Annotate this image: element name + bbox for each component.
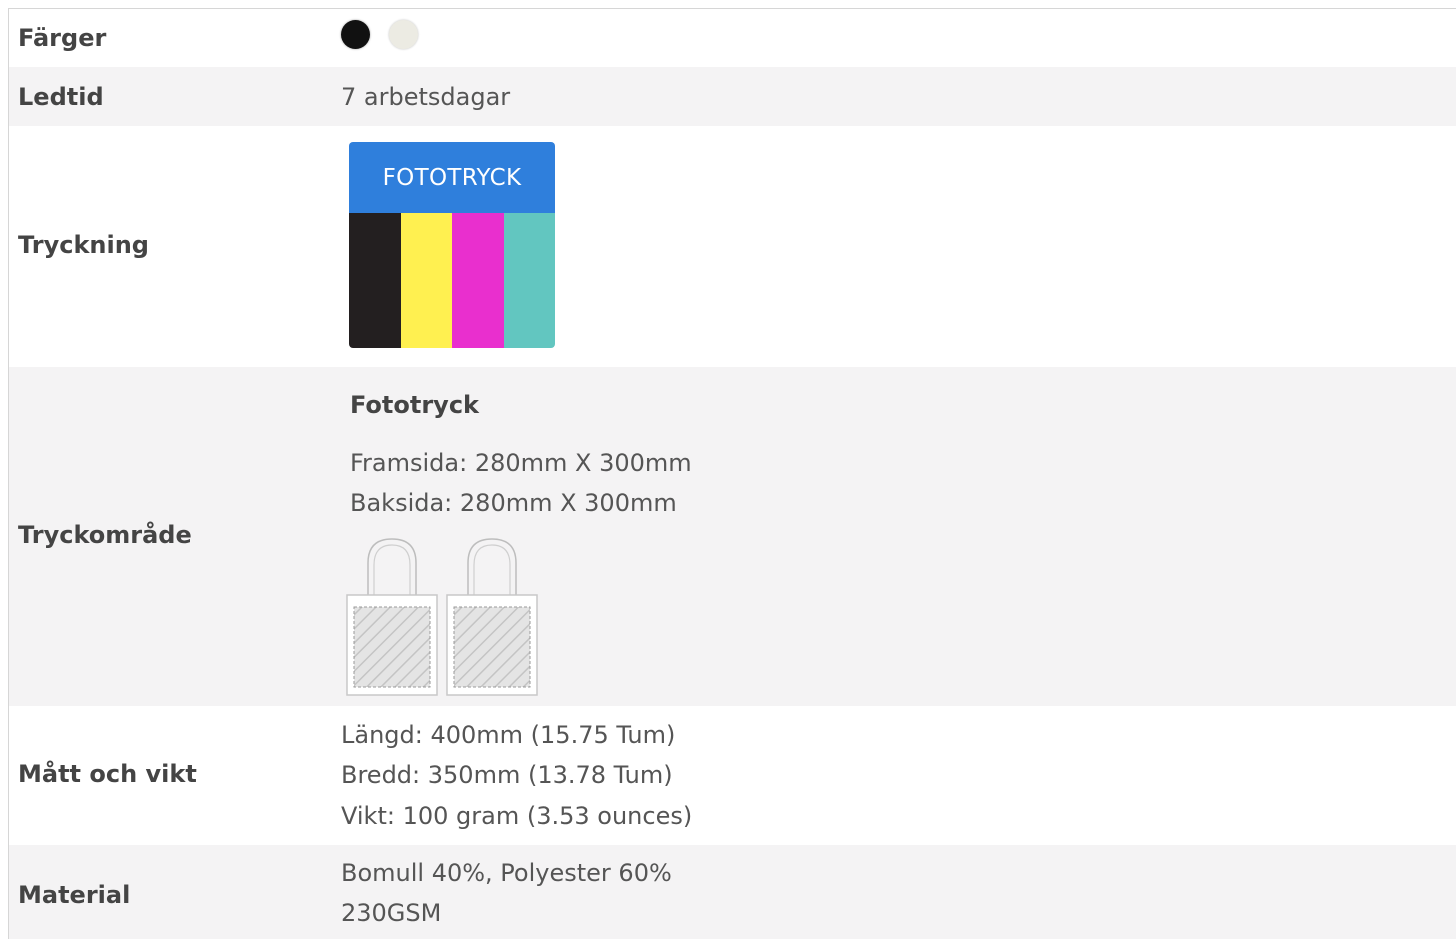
dimension-weight: Vikt: 100 gram (3.53 ounces)	[341, 802, 693, 830]
print-area-label: Tryckområde	[18, 521, 192, 549]
cmyk-bar-yellow	[400, 213, 452, 348]
lead-time-label: Ledtid	[18, 83, 104, 111]
material-weight: 230GSM	[341, 899, 442, 927]
product-spec-table: Färger Ledtid 7 arbetsdagar Tryckning FO…	[8, 8, 1456, 939]
color-swatch-natural[interactable]	[389, 20, 418, 49]
lead-time-value: 7 arbetsdagar	[341, 83, 511, 111]
cmyk-bars	[349, 213, 555, 348]
print-area-back: Baksida: 280mm X 300mm	[350, 489, 677, 517]
print-area-front: Framsida: 280mm X 300mm	[350, 449, 692, 477]
cmyk-bar-magenta	[452, 213, 504, 348]
dimension-width: Bredd: 350mm (13.78 Tum)	[341, 761, 673, 789]
material-label: Material	[18, 881, 131, 909]
row-print-area: Tryckområde Fototryck Framsida: 280mm X …	[9, 367, 1456, 706]
cmyk-bar-cyan	[503, 213, 555, 348]
row-colors: Färger	[9, 9, 1456, 67]
row-printing: Tryckning FOTOTRYCK	[9, 126, 1456, 367]
print-method-title: Fototryck	[350, 391, 480, 419]
printing-label: Tryckning	[18, 231, 149, 259]
dimensions-label: Mått och vikt	[18, 760, 197, 788]
row-lead-time: Ledtid 7 arbetsdagar	[9, 67, 1456, 126]
cmyk-bar-black	[349, 213, 401, 348]
row-dimensions: Mått och vikt Längd: 400mm (15.75 Tum) B…	[9, 706, 1456, 845]
tote-bag-back-icon	[446, 538, 538, 696]
row-material: Material Bomull 40%, Polyester 60% 230GS…	[9, 845, 1456, 939]
print-option-fototryck[interactable]: FOTOTRYCK	[349, 142, 555, 348]
color-swatch-black[interactable]	[341, 20, 370, 49]
dimension-length: Längd: 400mm (15.75 Tum)	[341, 721, 676, 749]
print-option-title: FOTOTRYCK	[349, 142, 555, 213]
material-composition: Bomull 40%, Polyester 60%	[341, 859, 672, 887]
tote-bag-front-icon	[346, 538, 438, 696]
colors-label: Färger	[18, 24, 107, 52]
